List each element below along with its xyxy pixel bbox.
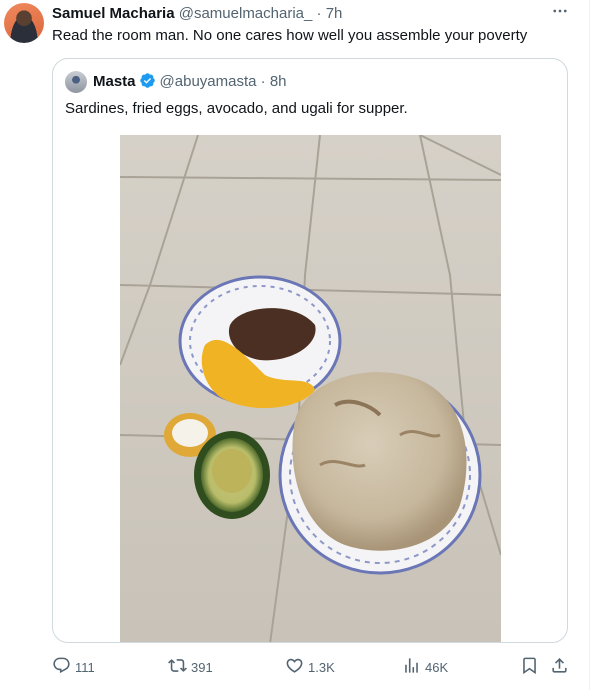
tweet[interactable]: Samuel Macharia @samuelmacharia_ · 7h Re… (0, 0, 590, 690)
author-handle[interactable]: @samuelmacharia_ (179, 5, 313, 22)
author-avatar[interactable] (4, 3, 44, 43)
tweet-header: Samuel Macharia @samuelmacharia_ · 7h (52, 4, 342, 24)
verified-badge-icon (139, 72, 156, 95)
more-horizontal-icon[interactable] (549, 2, 571, 24)
quoted-author-avatar[interactable] (65, 71, 87, 93)
quoted-tweet[interactable]: Masta @abuyamasta · 8h Sardines, fried eg… (52, 58, 568, 643)
tweet-photo[interactable] (120, 135, 501, 642)
retweet-button[interactable]: 391 (168, 656, 213, 678)
bookmark-icon (520, 656, 539, 678)
quoted-author-handle[interactable]: @abuyamasta (160, 73, 257, 90)
author-name[interactable]: Samuel Macharia (52, 5, 175, 22)
quoted-author-name[interactable]: Masta (93, 73, 136, 90)
share-icon (550, 656, 569, 678)
quoted-tweet-text: Sardines, fried eggs, avocado, and ugali… (65, 100, 408, 117)
views-button[interactable]: 46K (402, 656, 448, 678)
reply-icon (52, 656, 71, 678)
like-count: 1.3K (308, 659, 335, 675)
tweet-text: Read the room man. No one cares how well… (52, 27, 528, 44)
quoted-tweet-header: Masta @abuyamasta · 8h (93, 72, 287, 95)
heart-icon (285, 656, 304, 678)
reply-count: 111 (75, 659, 95, 675)
tweet-time[interactable]: 7h (326, 5, 343, 22)
separator-dot: · (316, 5, 322, 22)
reply-button[interactable]: 111 (52, 656, 95, 678)
like-button[interactable]: 1.3K (285, 656, 335, 678)
tweet-actions: 111 391 1.3K 46K (52, 656, 582, 678)
retweet-count: 391 (191, 659, 213, 675)
quoted-tweet-time[interactable]: 8h (270, 73, 287, 90)
views-count: 46K (425, 659, 449, 675)
share-button[interactable] (550, 656, 569, 678)
retweet-icon (168, 656, 187, 678)
bookmark-button[interactable] (520, 656, 539, 678)
quoted-separator-dot: · (260, 73, 266, 90)
views-chart-icon (402, 656, 421, 678)
